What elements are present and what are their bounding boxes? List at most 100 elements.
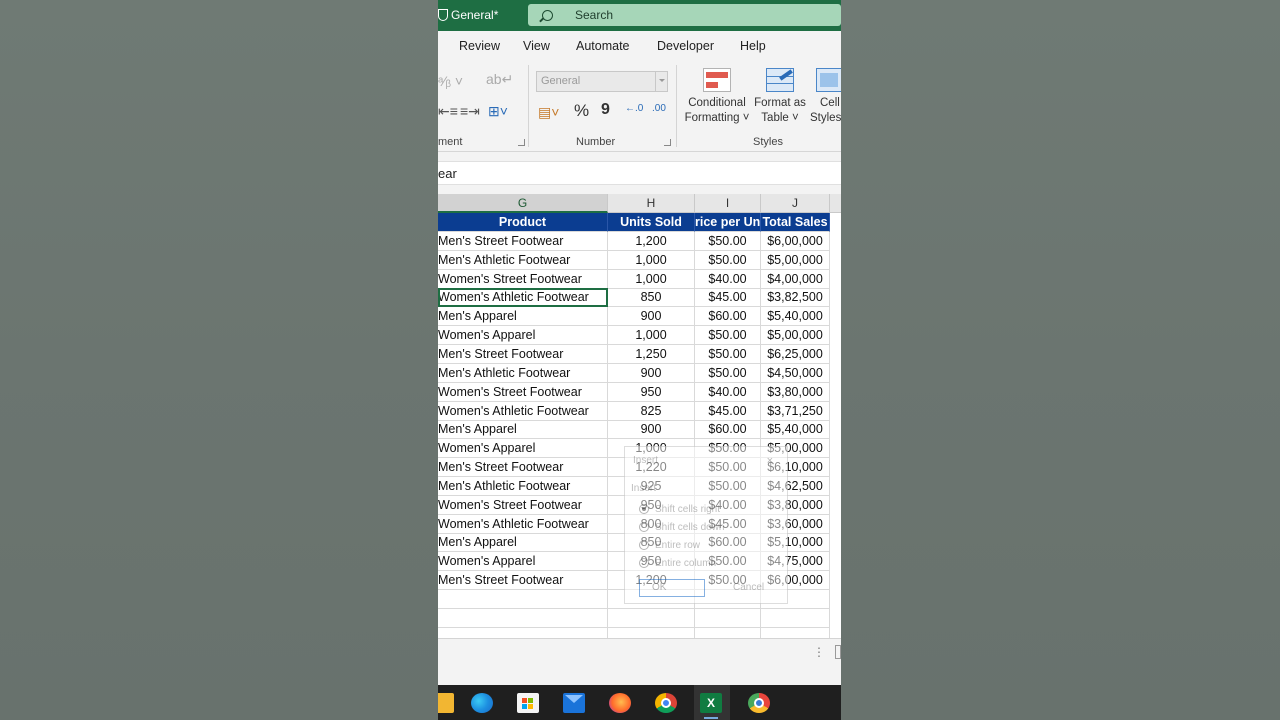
merge-center-icon[interactable]: ⊞˅	[488, 103, 508, 120]
radio-entire-column[interactable]	[639, 558, 649, 568]
table-cell-price-per-unit[interactable]: $50.00	[695, 363, 761, 383]
alignment-launcher-icon[interactable]	[518, 139, 525, 146]
table-cell-price-per-unit[interactable]: $60.00	[695, 307, 761, 327]
radio-entire-row[interactable]	[639, 540, 649, 550]
column-header-k[interactable]	[830, 194, 841, 213]
tab-help[interactable]: Help	[740, 39, 766, 53]
table-cell-product[interactable]: Women's Street Footwear	[438, 269, 608, 289]
table-cell-product[interactable]: Men's Street Footwear	[438, 458, 608, 478]
excel-icon[interactable]: X	[700, 693, 722, 713]
tab-view[interactable]: View	[523, 39, 550, 53]
table-cell-units-sold[interactable]: 900	[608, 307, 695, 327]
more-options-icon[interactable]: ⋮	[813, 645, 825, 659]
table-cell-product[interactable]: Men's Apparel	[438, 420, 608, 440]
table-cell-total-sales[interactable]: $3,71,250	[761, 401, 830, 421]
wrap-text-icon[interactable]: ab↵	[486, 71, 513, 88]
table-cell-total-sales[interactable]: $5,00,000	[761, 250, 830, 270]
table-cell-price-per-unit[interactable]: $45.00	[695, 288, 761, 308]
empty-cell[interactable]	[438, 608, 608, 628]
cell-styles-button[interactable]: Cell Styles	[810, 65, 841, 126]
table-header-units-sold[interactable]: Units Sold	[608, 213, 695, 232]
table-cell-product[interactable]: Men's Athletic Footwear	[438, 250, 608, 270]
comma-style-button[interactable]: 9	[601, 101, 610, 119]
store-icon[interactable]	[517, 693, 539, 713]
horizontal-scrollbar[interactable]	[835, 645, 841, 659]
table-cell-price-per-unit[interactable]: $50.00	[695, 250, 761, 270]
file-explorer-icon[interactable]	[438, 693, 454, 713]
empty-cell[interactable]	[608, 608, 695, 628]
increase-indent-icon[interactable]: ≡⇥	[460, 103, 480, 120]
table-cell-product[interactable]: Women's Apparel	[438, 552, 608, 572]
table-cell-units-sold[interactable]: 900	[608, 420, 695, 440]
radio-shift-down[interactable]	[639, 522, 649, 532]
table-cell-price-per-unit[interactable]: $50.00	[695, 326, 761, 346]
table-cell-units-sold[interactable]: 900	[608, 363, 695, 383]
number-format-select[interactable]: General	[536, 71, 668, 92]
table-cell-units-sold[interactable]: 1,000	[608, 326, 695, 346]
table-cell-price-per-unit[interactable]: $45.00	[695, 401, 761, 421]
table-cell-price-per-unit[interactable]: $50.00	[695, 231, 761, 251]
percent-style-button[interactable]: %	[574, 101, 589, 121]
table-cell-price-per-unit[interactable]: $50.00	[695, 344, 761, 364]
edge-icon[interactable]	[471, 693, 493, 713]
conditional-formatting-button[interactable]: Conditional Formatting ˅	[684, 65, 750, 126]
empty-cell[interactable]	[695, 608, 761, 628]
table-cell-units-sold[interactable]: 825	[608, 401, 695, 421]
table-cell-product[interactable]: Men's Street Footwear	[438, 571, 608, 591]
table-cell-total-sales[interactable]: $5,00,000	[761, 326, 830, 346]
table-header-total-sales[interactable]: Total Sales	[761, 213, 830, 232]
table-cell-product[interactable]: Women's Apparel	[438, 439, 608, 459]
table-cell-units-sold[interactable]: 1,250	[608, 344, 695, 364]
decrease-decimal-button[interactable]: .00	[652, 103, 666, 114]
column-header-g[interactable]: G	[438, 194, 608, 213]
column-header-j[interactable]: J	[761, 194, 830, 213]
format-as-table-button[interactable]: Format as Table ˅	[752, 65, 808, 126]
table-cell-price-per-unit[interactable]: $60.00	[695, 420, 761, 440]
table-cell-product[interactable]: Women's Athletic Footwear	[438, 401, 608, 421]
table-cell-units-sold[interactable]: 1,000	[608, 250, 695, 270]
column-header-i[interactable]: I	[695, 194, 761, 213]
cancel-button[interactable]: Cancel	[733, 582, 764, 593]
empty-cell[interactable]	[438, 590, 608, 609]
table-cell-total-sales[interactable]: $3,82,500	[761, 288, 830, 308]
table-cell-units-sold[interactable]: 850	[608, 288, 695, 308]
tab-developer[interactable]: Developer	[657, 39, 714, 53]
empty-cell[interactable]	[761, 608, 830, 628]
table-header-price-per-unit[interactable]: rice per Un	[695, 213, 761, 232]
firefox-icon[interactable]	[609, 693, 631, 713]
orientation-icon[interactable]: ᵃ⁄ᵦ ˅	[438, 73, 463, 89]
table-cell-product[interactable]: Men's Street Footwear	[438, 231, 608, 251]
column-header-h[interactable]: H	[608, 194, 695, 213]
tab-automate[interactable]: Automate	[576, 39, 630, 53]
table-cell-product[interactable]: Men's Apparel	[438, 533, 608, 553]
table-cell-total-sales[interactable]: $6,25,000	[761, 344, 830, 364]
decrease-indent-icon[interactable]: ⇤≡	[438, 103, 458, 120]
mail-icon[interactable]	[563, 693, 585, 713]
close-icon[interactable]: ×	[767, 455, 773, 467]
chrome-canary-icon[interactable]	[748, 693, 770, 713]
table-cell-total-sales[interactable]: $3,80,000	[761, 382, 830, 402]
table-cell-product[interactable]: Women's Apparel	[438, 326, 608, 346]
table-cell-product[interactable]: Women's Athletic Footwear	[438, 288, 608, 308]
accounting-format-icon[interactable]: ▤˅	[538, 104, 559, 121]
table-cell-total-sales[interactable]: $5,40,000	[761, 307, 830, 327]
chrome-icon[interactable]	[655, 693, 677, 713]
table-cell-price-per-unit[interactable]: $40.00	[695, 269, 761, 289]
table-cell-units-sold[interactable]: 1,000	[608, 269, 695, 289]
search-box[interactable]: Search	[528, 4, 841, 26]
table-cell-total-sales[interactable]: $6,00,000	[761, 231, 830, 251]
table-cell-total-sales[interactable]: $4,00,000	[761, 269, 830, 289]
table-cell-total-sales[interactable]: $5,40,000	[761, 420, 830, 440]
number-launcher-icon[interactable]	[664, 139, 671, 146]
radio-shift-right[interactable]	[639, 504, 649, 514]
table-cell-total-sales[interactable]: $4,50,000	[761, 363, 830, 383]
table-header-product[interactable]: Product	[438, 213, 608, 232]
table-cell-units-sold[interactable]: 950	[608, 382, 695, 402]
table-cell-product[interactable]: Men's Apparel	[438, 307, 608, 327]
tab-review[interactable]: Review	[459, 39, 500, 53]
table-cell-product[interactable]: Men's Street Footwear	[438, 344, 608, 364]
table-cell-product[interactable]: Women's Street Footwear	[438, 495, 608, 515]
table-cell-product[interactable]: Women's Athletic Footwear	[438, 514, 608, 534]
increase-decimal-button[interactable]: ←.0	[625, 103, 643, 114]
insert-dialog[interactable]: Insert × Insert Shift cells right Shift …	[624, 446, 788, 604]
